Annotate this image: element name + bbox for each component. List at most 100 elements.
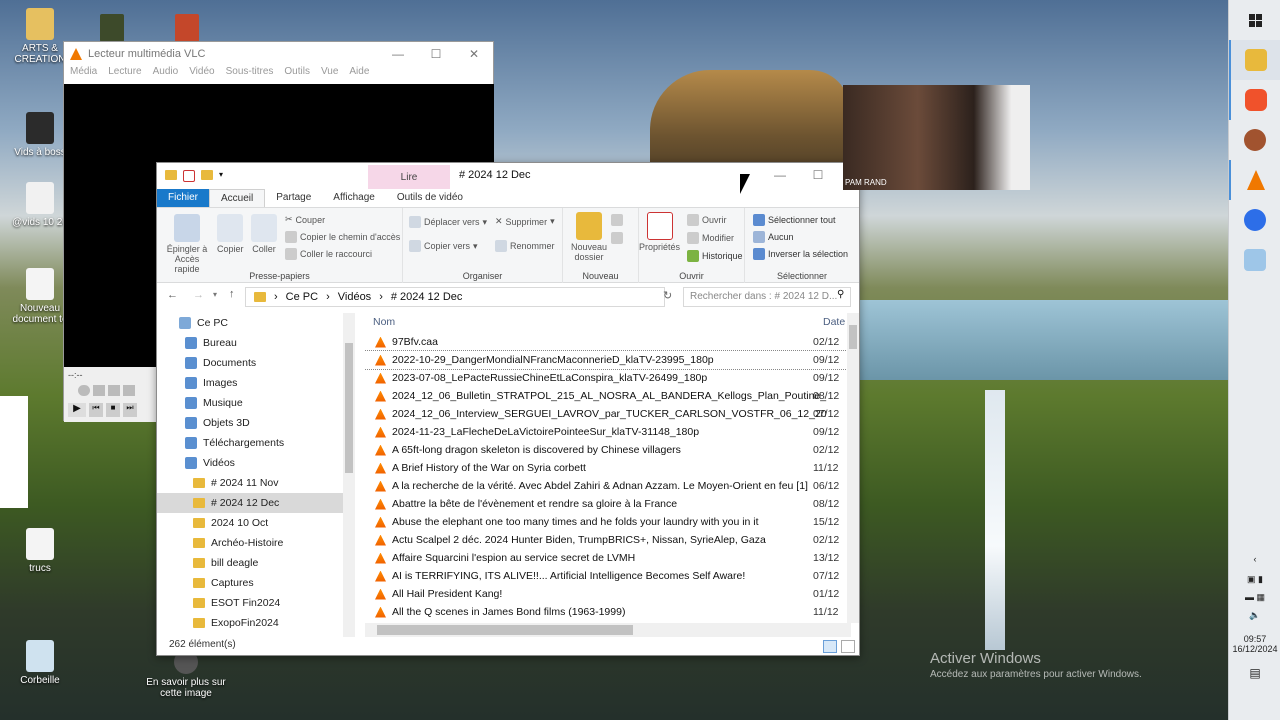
file-row[interactable]: Actu Scalpel 2 déc. 2024 Hunter Biden, T… bbox=[365, 531, 859, 549]
tab-outils-video[interactable]: Outils de vidéo bbox=[386, 189, 474, 207]
minimize-icon[interactable]: — bbox=[379, 42, 417, 66]
file-row[interactable]: Abuse the elephant one too many times an… bbox=[365, 513, 859, 531]
large-icons-view-icon[interactable] bbox=[841, 640, 855, 653]
nav-item[interactable]: Vidéos bbox=[157, 453, 355, 473]
easy-access-button[interactable] bbox=[611, 232, 623, 244]
play-icon[interactable]: ▶ bbox=[68, 403, 86, 417]
volume-icon[interactable]: 🔈 bbox=[1229, 610, 1280, 634]
nav-item[interactable]: # 2024 12 Dec bbox=[157, 493, 355, 513]
open-button[interactable]: Ouvrir bbox=[687, 214, 727, 226]
loop-icon[interactable] bbox=[108, 385, 120, 396]
nav-item[interactable]: ESOT Fin2024 bbox=[157, 593, 355, 613]
recent-dropdown-icon[interactable]: ▾ bbox=[213, 290, 217, 299]
properties-button[interactable]: Propriétés bbox=[639, 212, 680, 252]
column-date[interactable]: Date bbox=[823, 316, 845, 328]
start-button[interactable] bbox=[1229, 0, 1280, 40]
explorer-window[interactable]: ▾ Lire # 2024 12 Dec —☐✕ Fichier Accueil… bbox=[156, 162, 861, 656]
nav-item[interactable]: # 2024 11 Nov bbox=[157, 473, 355, 493]
vlc-menu-subtitles[interactable]: Sous-titres bbox=[226, 66, 274, 84]
qa-dropdown-icon[interactable]: ▾ bbox=[219, 170, 223, 182]
taskbar-app-glove[interactable] bbox=[1229, 120, 1280, 160]
breadcrumb-ce-pc[interactable]: Ce PC bbox=[286, 291, 318, 303]
properties-qa-icon[interactable] bbox=[183, 170, 195, 182]
copy-path-button[interactable]: Copier le chemin d'accès bbox=[285, 231, 400, 243]
maximize-icon[interactable]: ☐ bbox=[417, 42, 455, 66]
record-icon[interactable] bbox=[78, 385, 90, 396]
invert-selection-button[interactable]: Inverser la sélection bbox=[753, 248, 848, 260]
taskbar-vlc[interactable] bbox=[1229, 160, 1280, 200]
file-row[interactable]: AI is TERRIFYING, ITS ALIVE!!... Artific… bbox=[365, 567, 859, 585]
tab-affichage[interactable]: Affichage bbox=[322, 189, 386, 207]
chevron-up-icon[interactable]: ‹ bbox=[1229, 554, 1280, 574]
nav-item[interactable]: Documents bbox=[157, 353, 355, 373]
file-row[interactable]: All Hail President Kang! 01/12 bbox=[365, 585, 859, 603]
move-to-button[interactable]: Déplacer vers ▾ bbox=[409, 216, 487, 228]
desktop-icon-trucs[interactable]: trucs bbox=[4, 528, 76, 574]
file-row[interactable]: Affaire Squarcini l'espion au service se… bbox=[365, 549, 859, 567]
tab-fichier[interactable]: Fichier bbox=[157, 189, 210, 207]
taskbar-brave[interactable] bbox=[1229, 80, 1280, 120]
new-folder-qa-icon[interactable] bbox=[201, 170, 213, 180]
vlc-menu-video[interactable]: Vidéo bbox=[189, 66, 214, 84]
select-all-button[interactable]: Sélectionner tout bbox=[753, 214, 836, 226]
nav-item[interactable]: ExopoFin2024 bbox=[157, 613, 355, 633]
stop-icon[interactable]: ■ bbox=[106, 403, 120, 417]
details-view-icon[interactable] bbox=[823, 640, 837, 653]
background-window-strip[interactable] bbox=[0, 396, 28, 508]
nav-item[interactable]: Bureau bbox=[157, 333, 355, 353]
refresh-icon[interactable]: ↻ bbox=[663, 289, 672, 302]
maximize-icon[interactable]: ☐ bbox=[799, 163, 837, 187]
desktop-small-icon-1[interactable] bbox=[100, 14, 124, 42]
previous-icon[interactable]: ⏮ bbox=[89, 403, 103, 417]
vlc-menu-tools[interactable]: Outils bbox=[284, 66, 310, 84]
vlc-menu-view[interactable]: Vue bbox=[321, 66, 338, 84]
file-row[interactable]: Abattre la bête de l'évènement et rendre… bbox=[365, 495, 859, 513]
new-folder-button[interactable]: Nouveau dossier bbox=[569, 212, 609, 262]
breadcrumb[interactable]: › Ce PC › Vidéos › # 2024 12 Dec bbox=[245, 287, 665, 307]
nav-item[interactable]: 2024 10 Oct bbox=[157, 513, 355, 533]
file-row[interactable]: 97Bfv.caa 02/12 bbox=[365, 333, 859, 351]
breadcrumb-current[interactable]: # 2024 12 Dec bbox=[391, 291, 463, 303]
paste-shortcut-button[interactable]: Coller le raccourci bbox=[285, 248, 372, 260]
nav-item[interactable]: Images bbox=[157, 373, 355, 393]
context-tab-lire[interactable]: Lire bbox=[368, 165, 450, 189]
next-icon[interactable]: ⏭ bbox=[123, 403, 137, 417]
modify-button[interactable]: Modifier bbox=[687, 232, 734, 244]
taskbar-explorer[interactable] bbox=[1229, 40, 1280, 80]
pin-button[interactable]: Épingler à Accès rapide bbox=[163, 214, 211, 274]
tray-icons-row1[interactable]: ▣ ▮ bbox=[1229, 574, 1280, 592]
taskbar-zoom[interactable] bbox=[1229, 200, 1280, 240]
tab-accueil[interactable]: Accueil bbox=[209, 189, 266, 207]
close-icon[interactable]: ✕ bbox=[455, 42, 493, 66]
nav-item[interactable]: Ce PC bbox=[157, 313, 355, 333]
vlc-menu-media[interactable]: Média bbox=[70, 66, 97, 84]
desktop-icon-learn-more[interactable]: En savoir plus sur cette image bbox=[146, 650, 226, 699]
minimize-icon[interactable]: — bbox=[761, 163, 799, 187]
file-row[interactable]: 2023-07-08_LePacteRussieChineEtLaConspir… bbox=[365, 369, 859, 387]
horizontal-scrollbar[interactable] bbox=[365, 623, 851, 637]
file-row[interactable]: A 65ft-long dragon skeleton is discovere… bbox=[365, 441, 859, 459]
frame-icon[interactable] bbox=[123, 385, 135, 396]
vlc-menu-audio[interactable]: Audio bbox=[153, 66, 179, 84]
select-none-button[interactable]: Aucun bbox=[753, 231, 794, 243]
snapshot-icon[interactable] bbox=[93, 385, 105, 396]
nav-item[interactable]: bill deagle bbox=[157, 553, 355, 573]
clock-date[interactable]: 16/12/2024 bbox=[1229, 644, 1280, 654]
paste-button[interactable]: Coller bbox=[251, 214, 277, 254]
back-icon[interactable]: ← bbox=[167, 289, 178, 301]
nav-scrollbar[interactable] bbox=[343, 313, 355, 637]
history-button[interactable]: Historique bbox=[687, 250, 743, 262]
nav-item[interactable]: Archéo-Histoire bbox=[157, 533, 355, 553]
rename-button[interactable]: Renommer bbox=[495, 240, 555, 252]
search-input[interactable]: Rechercher dans : # 2024 12 D... bbox=[683, 287, 851, 307]
file-row[interactable]: A Brief History of the War on Syria corb… bbox=[365, 459, 859, 477]
nav-item[interactable]: Téléchargements bbox=[157, 433, 355, 453]
nav-item[interactable]: Objets 3D bbox=[157, 413, 355, 433]
tray-icons-row2[interactable]: ▬ ▦ bbox=[1229, 592, 1280, 610]
desktop-icon-recycle-bin[interactable]: Corbeille bbox=[4, 640, 76, 686]
delete-button[interactable]: ✕ Supprimer ▾ bbox=[495, 216, 555, 227]
notification-icon[interactable]: ▤ bbox=[1229, 666, 1280, 680]
tab-partage[interactable]: Partage bbox=[265, 189, 322, 207]
file-row[interactable]: A la recherche de la vérité. Avec Abdel … bbox=[365, 477, 859, 495]
list-scrollbar[interactable] bbox=[847, 313, 859, 623]
